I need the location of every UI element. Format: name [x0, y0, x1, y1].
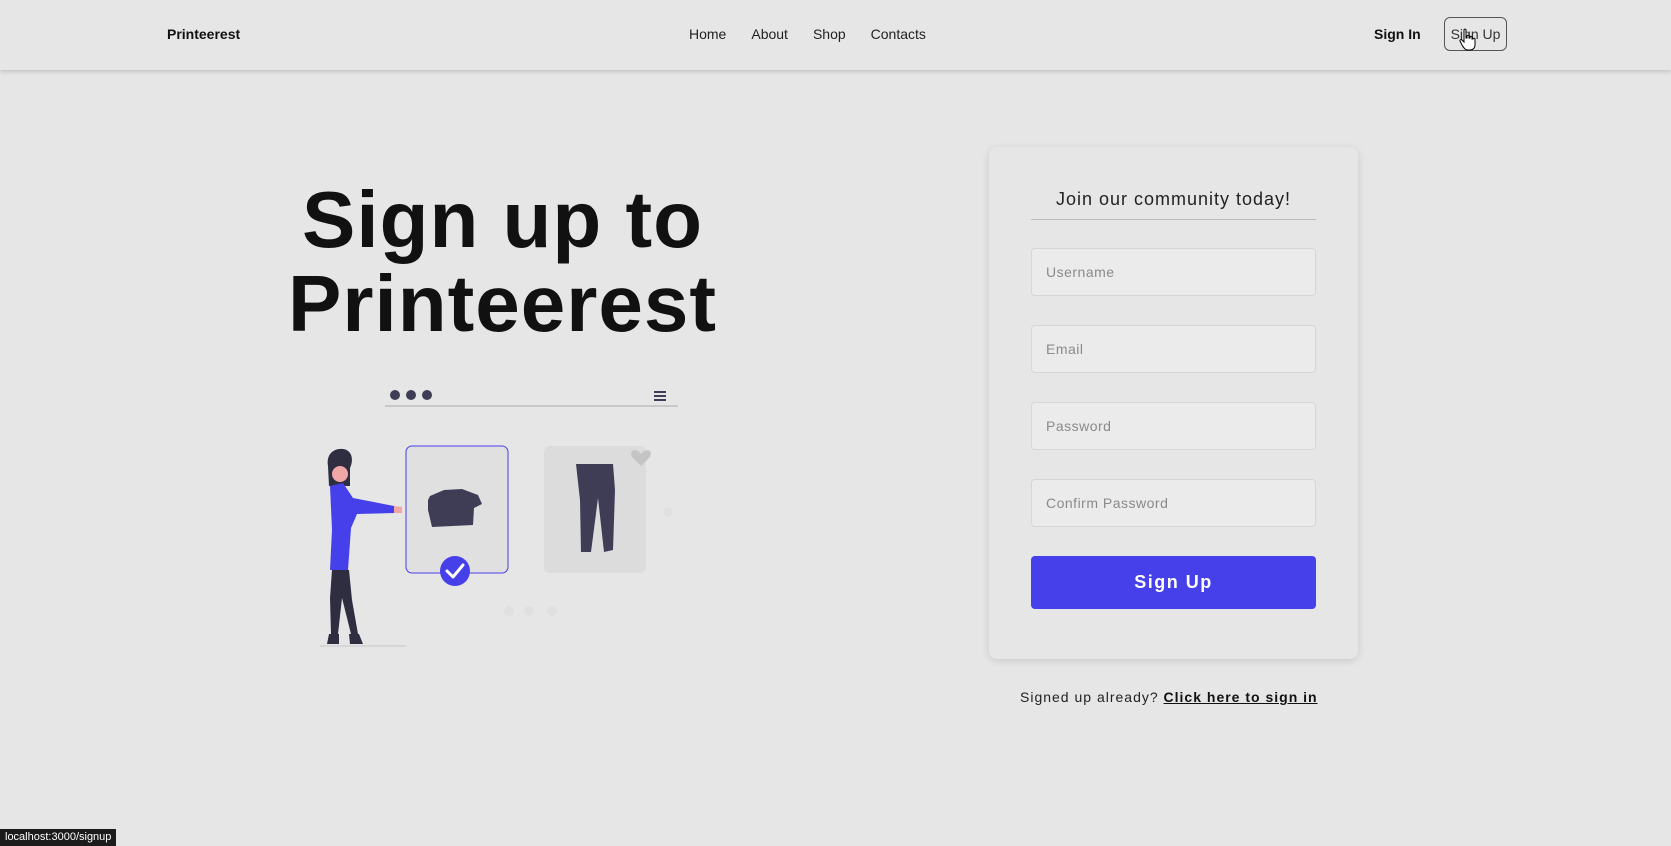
signup-submit-button[interactable]: Sign Up — [1031, 556, 1316, 609]
menu-icon — [654, 391, 666, 401]
signup-card: Join our community today! Sign Up — [989, 147, 1358, 659]
signin-prompt: Signed up already? Click here to sign in — [1020, 689, 1318, 705]
nav-signin-link[interactable]: Sign In — [1374, 26, 1421, 42]
signin-prompt-text: Signed up already? — [1020, 689, 1159, 705]
woman-figure — [320, 448, 406, 647]
window-dots — [390, 390, 432, 400]
hero-title: Sign up to Printeerest — [230, 178, 775, 346]
card-title: Join our community today! — [1055, 189, 1292, 209]
navbar: Printeerest Home About Shop Contacts Sig… — [0, 0, 1671, 70]
shopping-illustration — [320, 390, 678, 647]
nav-link-about[interactable]: About — [751, 26, 788, 42]
signin-link[interactable]: Click here to sign in — [1164, 689, 1318, 705]
nav-link-contacts[interactable]: Contacts — [871, 26, 926, 42]
confirm-password-input[interactable] — [1031, 479, 1316, 527]
card-divider — [1031, 219, 1316, 220]
username-input[interactable] — [1031, 248, 1316, 296]
password-input[interactable] — [1031, 402, 1316, 450]
nav-link-shop[interactable]: Shop — [813, 26, 846, 42]
nav-link-home[interactable]: Home — [689, 26, 726, 42]
cursor-hand-icon — [1459, 28, 1476, 51]
nav-links: Home About Shop Contacts — [689, 26, 926, 42]
checkmark-icon — [440, 556, 470, 586]
email-input[interactable] — [1031, 325, 1316, 373]
hero-title-line1: Sign up to — [301, 175, 703, 264]
brand-logo[interactable]: Printeerest — [167, 26, 240, 42]
hero-title-line2: Printeerest — [288, 259, 717, 348]
status-bar-url: localhost:3000/signup — [0, 829, 117, 846]
